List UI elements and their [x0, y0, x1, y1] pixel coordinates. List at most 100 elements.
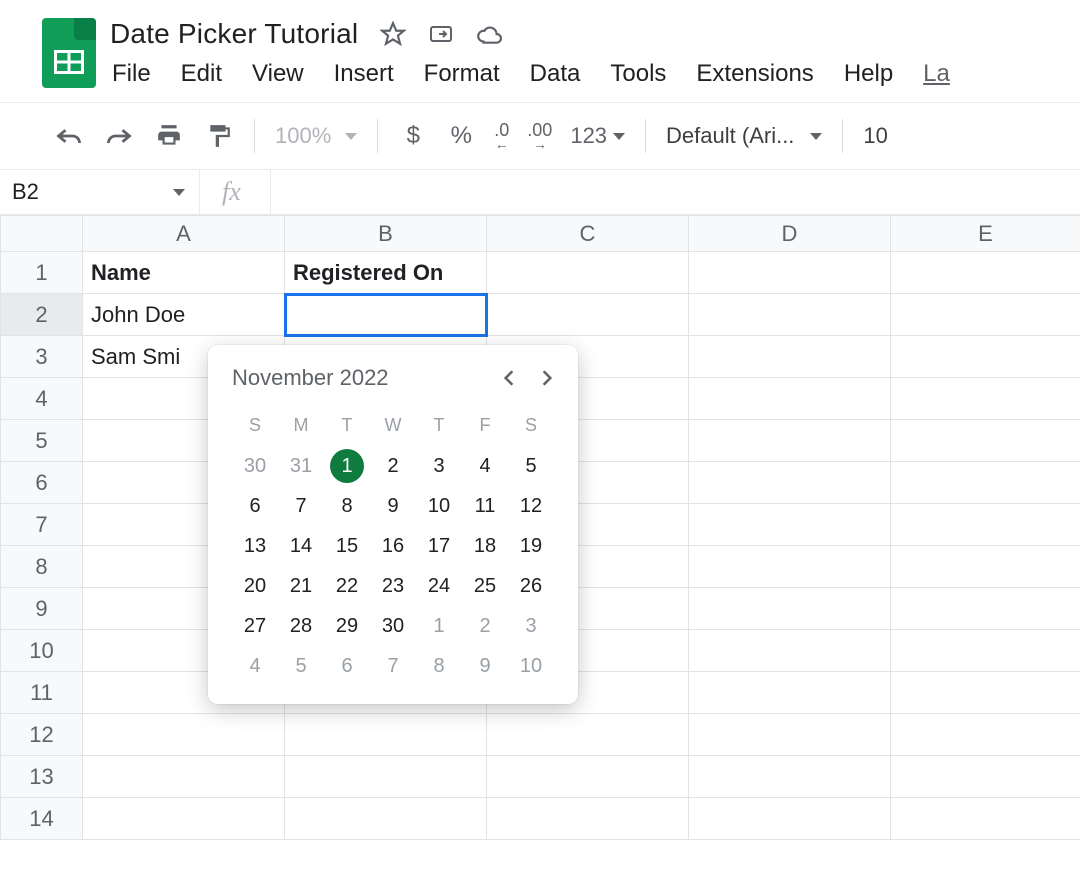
- col-header-C[interactable]: C: [487, 216, 689, 252]
- date-picker-day[interactable]: 10: [416, 486, 462, 526]
- date-picker-day[interactable]: 5: [278, 646, 324, 686]
- row-header[interactable]: 3: [1, 336, 83, 378]
- col-header-E[interactable]: E: [891, 216, 1080, 252]
- decrease-decimals-button[interactable]: .0←: [494, 121, 509, 151]
- name-box[interactable]: B2: [0, 170, 200, 214]
- row-header[interactable]: 10: [1, 630, 83, 672]
- row-header[interactable]: 4: [1, 378, 83, 420]
- cell-E2[interactable]: [891, 294, 1080, 336]
- date-picker-day[interactable]: 12: [508, 486, 554, 526]
- cell-A2[interactable]: John Doe: [83, 294, 285, 336]
- menu-last-activity[interactable]: La: [923, 60, 950, 88]
- date-picker-day[interactable]: 11: [462, 486, 508, 526]
- row-header[interactable]: 6: [1, 462, 83, 504]
- cell-E8[interactable]: [891, 546, 1080, 588]
- date-picker-day[interactable]: 3: [416, 446, 462, 486]
- font-size-value[interactable]: 10: [863, 123, 887, 149]
- cell-C13[interactable]: [487, 756, 689, 798]
- cell-A14[interactable]: [83, 798, 285, 840]
- menu-help[interactable]: Help: [844, 60, 893, 88]
- date-picker-day[interactable]: 15: [324, 526, 370, 566]
- date-picker-day[interactable]: 24: [416, 566, 462, 606]
- cell-D1[interactable]: [689, 252, 891, 294]
- cell-E14[interactable]: [891, 798, 1080, 840]
- cell-B12[interactable]: [285, 714, 487, 756]
- cell-E1[interactable]: [891, 252, 1080, 294]
- date-picker-day[interactable]: 22: [324, 566, 370, 606]
- cell-E12[interactable]: [891, 714, 1080, 756]
- date-picker-day[interactable]: 30: [232, 446, 278, 486]
- cell-B14[interactable]: [285, 798, 487, 840]
- date-picker-day[interactable]: 26: [508, 566, 554, 606]
- date-picker-day[interactable]: 3: [508, 606, 554, 646]
- cell-E11[interactable]: [891, 672, 1080, 714]
- date-picker-day[interactable]: 28: [278, 606, 324, 646]
- cell-A12[interactable]: [83, 714, 285, 756]
- cell-E10[interactable]: [891, 630, 1080, 672]
- date-picker-day[interactable]: 4: [232, 646, 278, 686]
- cell-C14[interactable]: [487, 798, 689, 840]
- date-picker-day[interactable]: 19: [508, 526, 554, 566]
- cell-E9[interactable]: [891, 588, 1080, 630]
- date-picker-day[interactable]: 23: [370, 566, 416, 606]
- date-picker-day[interactable]: 25: [462, 566, 508, 606]
- date-picker-day[interactable]: 9: [370, 486, 416, 526]
- date-picker-day[interactable]: 17: [416, 526, 462, 566]
- menu-format[interactable]: Format: [424, 60, 500, 88]
- date-picker-day[interactable]: 6: [324, 646, 370, 686]
- date-picker-day[interactable]: 7: [370, 646, 416, 686]
- date-picker-day[interactable]: 5: [508, 446, 554, 486]
- cell-A13[interactable]: [83, 756, 285, 798]
- menu-edit[interactable]: Edit: [181, 60, 222, 88]
- date-picker-day[interactable]: 2: [370, 446, 416, 486]
- currency-format-icon[interactable]: $: [398, 121, 428, 151]
- cell-D2[interactable]: [689, 294, 891, 336]
- cell-E5[interactable]: [891, 420, 1080, 462]
- date-picker-day[interactable]: 1: [324, 446, 370, 486]
- date-picker-day[interactable]: 14: [278, 526, 324, 566]
- date-picker-day[interactable]: 31: [278, 446, 324, 486]
- menu-insert[interactable]: Insert: [334, 60, 394, 88]
- cell-E6[interactable]: [891, 462, 1080, 504]
- date-picker-day[interactable]: 8: [416, 646, 462, 686]
- date-picker-day[interactable]: 6: [232, 486, 278, 526]
- row-header[interactable]: 9: [1, 588, 83, 630]
- undo-icon[interactable]: [54, 121, 84, 151]
- cell-D7[interactable]: [689, 504, 891, 546]
- cell-E13[interactable]: [891, 756, 1080, 798]
- paint-format-icon[interactable]: [204, 121, 234, 151]
- cell-D9[interactable]: [689, 588, 891, 630]
- row-header[interactable]: 14: [1, 798, 83, 840]
- col-header-D[interactable]: D: [689, 216, 891, 252]
- cell-A1[interactable]: Name: [83, 252, 285, 294]
- date-picker-day[interactable]: 8: [324, 486, 370, 526]
- document-title[interactable]: Date Picker Tutorial: [110, 18, 358, 50]
- more-formats-button[interactable]: 123: [570, 121, 625, 151]
- cell-B1[interactable]: Registered On: [285, 252, 487, 294]
- cell-D14[interactable]: [689, 798, 891, 840]
- cell-D6[interactable]: [689, 462, 891, 504]
- cell-E4[interactable]: [891, 378, 1080, 420]
- cell-D4[interactable]: [689, 378, 891, 420]
- row-header[interactable]: 2: [1, 294, 83, 336]
- date-picker-month-label[interactable]: November 2022: [232, 365, 389, 391]
- cell-D5[interactable]: [689, 420, 891, 462]
- menu-tools[interactable]: Tools: [610, 60, 666, 88]
- sheets-logo-icon[interactable]: [42, 18, 96, 88]
- date-picker-day[interactable]: 4: [462, 446, 508, 486]
- date-picker-day[interactable]: 10: [508, 646, 554, 686]
- cell-D3[interactable]: [689, 336, 891, 378]
- date-picker-day[interactable]: 27: [232, 606, 278, 646]
- cloud-status-icon[interactable]: [476, 21, 502, 47]
- cell-C1[interactable]: [487, 252, 689, 294]
- date-picker-day[interactable]: 18: [462, 526, 508, 566]
- increase-decimals-button[interactable]: .00→: [527, 121, 552, 151]
- date-picker-day[interactable]: 21: [278, 566, 324, 606]
- font-family-select[interactable]: Default (Ari...: [666, 123, 822, 149]
- percent-format-icon[interactable]: %: [446, 121, 476, 151]
- print-icon[interactable]: [154, 121, 184, 151]
- col-header-B[interactable]: B: [285, 216, 487, 252]
- select-all-corner[interactable]: [1, 216, 83, 252]
- date-picker-day[interactable]: 29: [324, 606, 370, 646]
- cell-E3[interactable]: [891, 336, 1080, 378]
